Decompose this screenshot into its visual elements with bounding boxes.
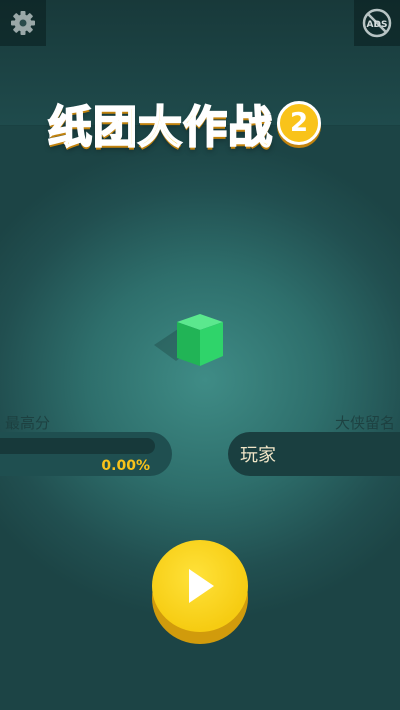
gear-icon [11,11,35,35]
play-button[interactable] [152,540,248,644]
high-score-progress-track [0,438,155,454]
remove-ads-button[interactable]: ADS [354,0,400,46]
game-title: 纸团大作战 2 [47,88,358,158]
title-number-badge: 2 [277,101,321,145]
play-icon [189,569,214,603]
high-score-value: 0.00% [101,458,150,474]
name-label: 大侠留名 [334,414,395,432]
player-name-value: 玩家 [240,445,276,466]
title-text: 纸团大作战 [47,101,273,154]
play-button-face [152,540,248,632]
settings-button[interactable] [0,0,46,46]
player-cube [154,314,223,366]
high-score-panel: 0.00% [0,432,172,476]
no-ads-text: ADS [367,20,388,30]
high-score-label: 最高分 [5,414,51,432]
no-ads-icon: ADS [362,8,392,38]
player-name-field[interactable]: 玩家 [228,432,400,476]
